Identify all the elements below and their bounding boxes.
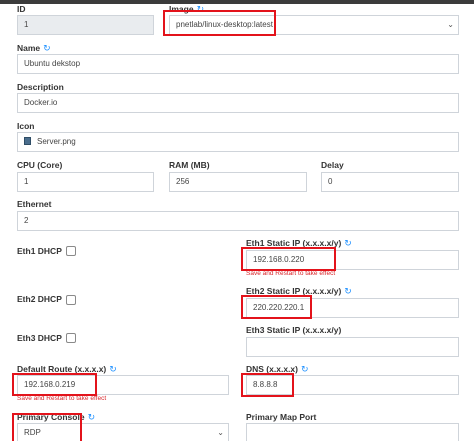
ram-label: RAM (MB) [169,160,210,170]
id-label: ID [17,4,26,14]
dns-reset-icon[interactable]: ↻ [301,364,309,374]
eth1-static-label-text: Eth1 Static IP (x.x.x.x/y) [246,238,342,248]
eth2-static-input[interactable]: 220.220.220.1 [246,298,459,318]
eth1-dhcp-checkbox[interactable] [66,246,76,256]
icon-select-value: Server.png [37,137,76,146]
ram-input[interactable]: 256 [169,172,307,192]
name-label: Name ↻ [17,43,51,53]
eth1-static-input[interactable]: 192.168.0.220 [246,250,459,270]
icon-select[interactable]: Server.png [17,132,459,152]
image-chevron-down-icon: ⌄ [447,20,454,29]
default-route-warning-text: Save and Restart to take effect [17,395,107,402]
image-select-value: pnetlab/linux-desktop:latest [176,20,273,29]
primary-console-select[interactable]: RDP ⌄ [17,423,229,441]
icon-label: Icon [17,121,35,131]
id-field: 1 [17,15,154,35]
top-bar [0,0,474,4]
description-input[interactable]: Docker.io [17,93,459,113]
delay-input[interactable]: 0 [321,172,459,192]
primary-console-chevron-down-icon: ⌄ [217,428,224,437]
primary-console-reset-icon[interactable]: ↻ [88,412,96,422]
cpu-label: CPU (Core) [17,160,63,170]
eth2-dhcp-label: Eth2 DHCP [17,294,62,304]
eth2-dhcp-checkbox[interactable] [66,295,76,305]
eth2-static-label: Eth2 Static IP (x.x.x.x/y) ↻ [246,286,352,296]
primary-console-label-text: Primary Console [17,412,85,422]
default-route-label-text: Default Route (x.x.x.x) [17,364,107,374]
eth1-reset-icon[interactable]: ↻ [344,238,352,248]
description-label: Description [17,82,64,92]
name-reset-icon[interactable]: ↻ [43,43,51,53]
name-label-text: Name [17,43,41,53]
eth2-reset-icon[interactable]: ↻ [344,286,352,296]
image-label-text: Image [169,4,194,14]
eth3-static-input[interactable] [246,337,459,357]
ethernet-input[interactable]: 2 [17,211,459,231]
eth1-dhcp-label: Eth1 DHCP [17,246,62,256]
name-input[interactable]: Ubuntu dekstop [17,54,459,74]
primary-map-port-input[interactable] [246,423,459,441]
default-route-reset-icon[interactable]: ↻ [109,364,117,374]
delay-label: Delay [321,160,344,170]
eth3-dhcp-checkbox[interactable] [66,333,76,343]
eth1-static-label: Eth1 Static IP (x.x.x.x/y) ↻ [246,238,352,248]
eth3-static-label: Eth3 Static IP (x.x.x.x/y) [246,325,342,335]
primary-console-label: Primary Console ↻ [17,412,95,422]
eth1-warning-text: Save and Restart to take effect [246,270,336,277]
primary-map-port-label: Primary Map Port [246,412,317,422]
dns-label-text: DNS (x.x.x.x) [246,364,298,374]
image-label: Image ↻ [169,4,204,14]
eth2-static-label-text: Eth2 Static IP (x.x.x.x/y) [246,286,342,296]
server-icon [24,137,31,145]
dns-label: DNS (x.x.x.x) ↻ [246,364,309,374]
default-route-input[interactable]: 192.168.0.219 [17,375,229,395]
ethernet-label: Ethernet [17,199,52,209]
eth3-dhcp-label: Eth3 DHCP [17,333,62,343]
dns-input[interactable]: 8.8.8.8 [246,375,459,395]
cpu-input[interactable]: 1 [17,172,154,192]
image-reset-icon[interactable]: ↻ [197,4,205,14]
image-select[interactable]: pnetlab/linux-desktop:latest ⌄ [169,15,459,35]
default-route-label: Default Route (x.x.x.x) ↻ [17,364,117,374]
primary-console-value: RDP [24,428,41,437]
